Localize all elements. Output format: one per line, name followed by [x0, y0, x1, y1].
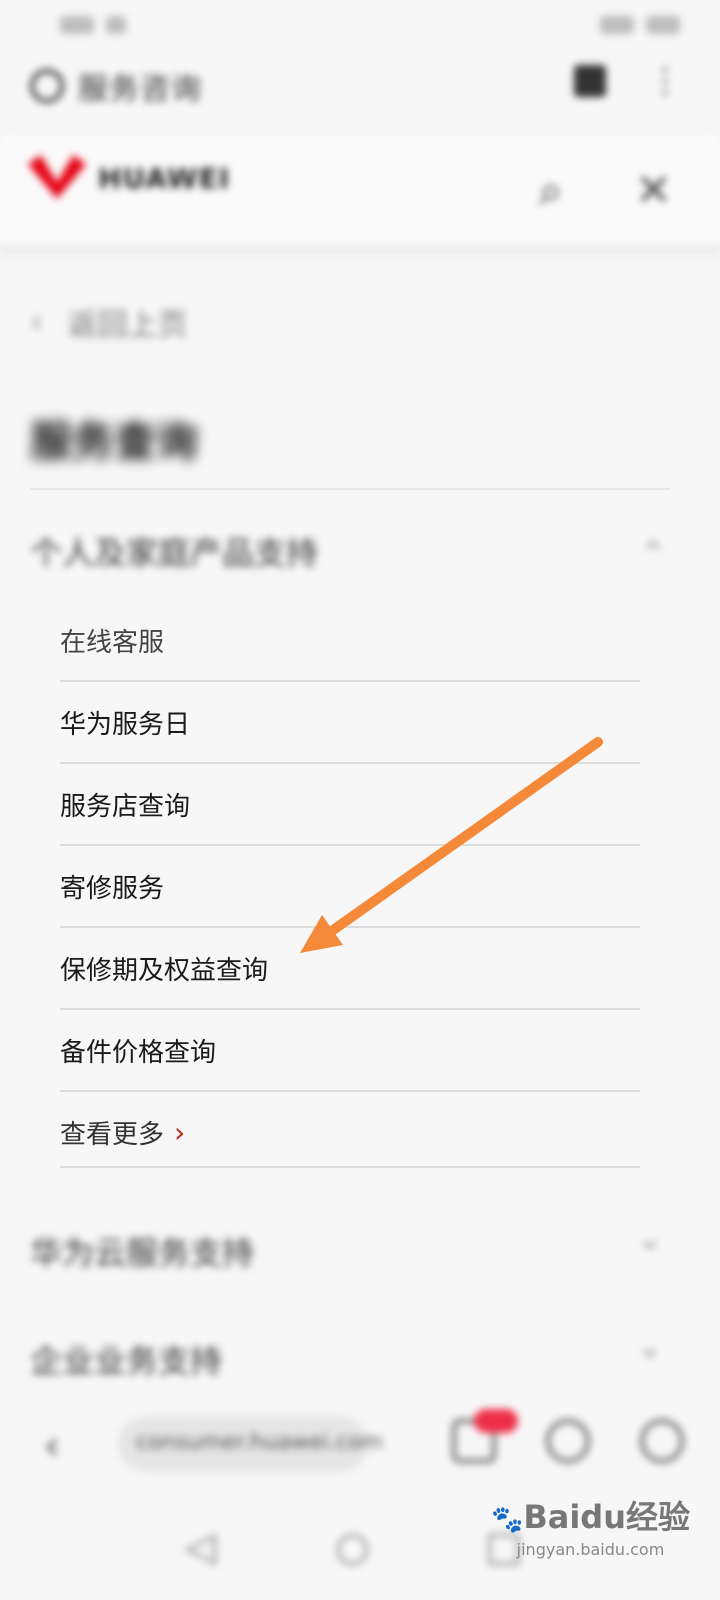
paw-icon: 🐾	[490, 1505, 524, 1535]
section-label: 个人及家庭产品支持	[30, 534, 319, 572]
chevron-down-icon: ›	[632, 1346, 671, 1360]
list-item-label: 保修期及权益查询	[60, 956, 269, 986]
chevron-up-icon: ›	[632, 538, 671, 552]
list-item-label: 在线客服	[60, 628, 165, 658]
clock-indicator	[646, 16, 680, 34]
tabs-icon[interactable]	[574, 65, 606, 97]
address-text: consumer.huawei.com	[136, 1430, 383, 1455]
section-cloud-support[interactable]: 华为云服务支持 ›	[30, 1200, 671, 1300]
huawei-logo-icon	[28, 155, 86, 199]
profile-icon[interactable]	[640, 1419, 684, 1463]
huawei-logo[interactable]: HUAWEI	[28, 155, 230, 201]
list-item-label: 服务店查询	[60, 792, 191, 822]
list-item-label: 寄修服务	[60, 874, 165, 904]
nav-back-icon[interactable]: ◁	[185, 1524, 216, 1570]
list-item-mail-in-repair[interactable]: 寄修服务	[60, 846, 640, 928]
chevron-down-icon: ›	[632, 1238, 671, 1252]
chevron-left-icon: ‹	[30, 302, 44, 342]
brand-name: HUAWEI	[98, 161, 231, 195]
close-icon[interactable]: ✕	[635, 165, 672, 216]
site-info-icon[interactable]	[30, 69, 64, 103]
status-right	[600, 8, 680, 42]
baidu-watermark: 🐾Baidu经验 jingyan.baidu.com	[491, 1492, 690, 1559]
watermark-main: Baidu经验	[523, 1498, 690, 1536]
site-header: HUAWEI ⌕ ✕	[0, 135, 720, 255]
status-left	[60, 8, 126, 42]
nav-home-icon[interactable]: ○	[335, 1524, 370, 1570]
list-item-service-day[interactable]: 华为服务日	[60, 682, 640, 764]
browser-top-bar: 服务咨询 ⋮	[0, 50, 720, 120]
view-more-label: 查看更多	[60, 1120, 165, 1150]
back-icon[interactable]: ‹	[44, 1423, 60, 1469]
list-item-warranty-lookup[interactable]: 保修期及权益查询	[60, 928, 640, 1010]
list-bottom-divider	[60, 1166, 640, 1168]
browser-bottom-bar: ‹ consumer.huawei.com	[0, 1395, 720, 1495]
list-item-online-support[interactable]: 在线客服	[60, 600, 640, 682]
battery-icon	[600, 16, 634, 34]
more-menu-icon[interactable]: ⋮	[648, 64, 682, 98]
status-bar	[0, 0, 720, 50]
view-more-link[interactable]: 查看更多 ›	[60, 1092, 640, 1172]
section-label: 华为云服务支持	[30, 1234, 255, 1272]
service-list: 在线客服 华为服务日 服务店查询 寄修服务 保修期及权益查询 备件价格查询 查看…	[60, 600, 640, 1172]
list-item-label: 备件价格查询	[60, 1038, 217, 1068]
notification-badge	[474, 1409, 518, 1433]
address-bar[interactable]: consumer.huawei.com	[118, 1417, 383, 1471]
search-icon[interactable]: ⌕	[538, 165, 563, 216]
chevron-right-icon: ›	[174, 1116, 186, 1149]
section-personal-products[interactable]: 个人及家庭产品支持 ›	[30, 500, 671, 600]
tabs-count-icon[interactable]	[452, 1409, 518, 1463]
wifi-icon	[106, 16, 126, 34]
list-item-store-lookup[interactable]: 服务店查询	[60, 764, 640, 846]
page-title: 服务查询	[30, 417, 199, 466]
signal-icon	[60, 16, 94, 34]
browser-title: 服务咨询	[78, 72, 202, 107]
list-item-label: 华为服务日	[60, 710, 191, 740]
section-label: 企业业务支持	[30, 1342, 223, 1380]
watermark-sub: jingyan.baidu.com	[516, 1540, 665, 1559]
title-divider	[30, 488, 670, 490]
list-item-parts-price[interactable]: 备件价格查询	[60, 1010, 640, 1092]
back-link[interactable]: ‹ 返回上页	[30, 300, 188, 344]
section-enterprise-support[interactable]: 企业业务支持 ›	[30, 1308, 671, 1408]
home-icon[interactable]	[546, 1419, 590, 1463]
back-label: 返回上页	[67, 308, 188, 343]
